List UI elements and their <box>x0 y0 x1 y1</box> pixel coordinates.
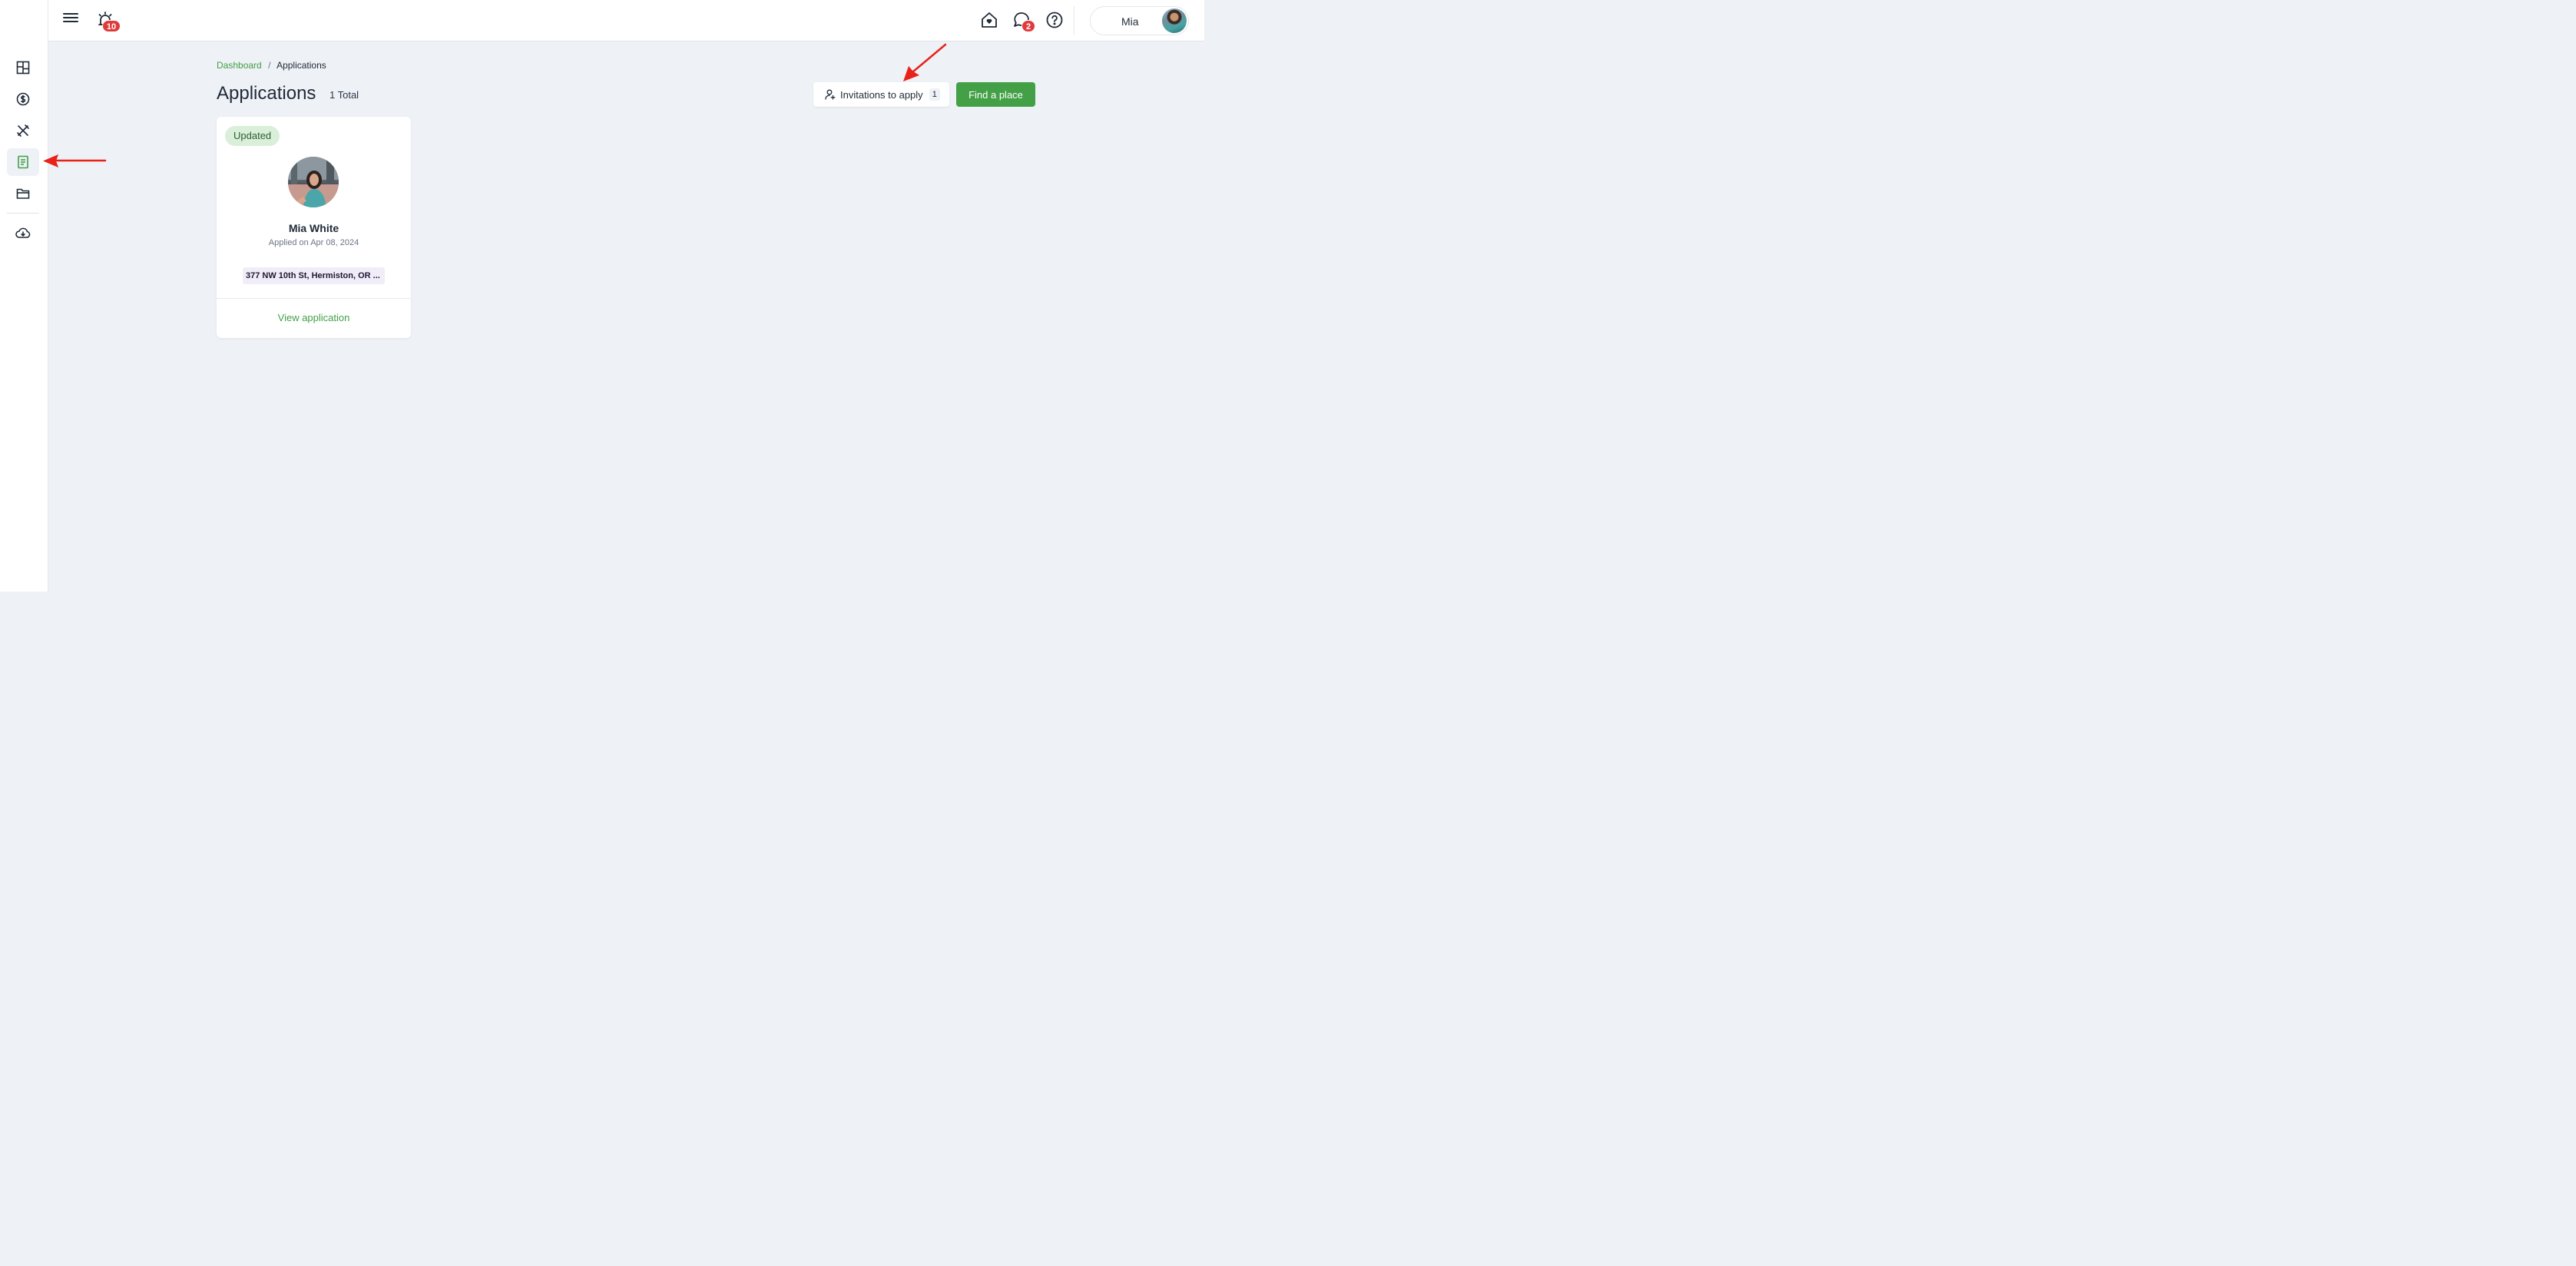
breadcrumb-current: Applications <box>276 60 326 71</box>
sidebar <box>0 41 48 592</box>
breadcrumb-dashboard-link[interactable]: Dashboard <box>217 60 262 71</box>
hamburger-line <box>63 17 78 18</box>
document-icon <box>18 155 28 169</box>
messages-button[interactable]: 2 <box>1012 11 1035 32</box>
hamburger-line <box>63 21 78 22</box>
card-divider <box>217 298 411 299</box>
question-circle-icon <box>1046 12 1063 28</box>
folder-icon <box>16 188 30 199</box>
sidebar-item-documents[interactable] <box>7 180 39 207</box>
find-a-place-button[interactable]: Find a place <box>956 82 1035 107</box>
user-menu[interactable]: Mia <box>1090 6 1189 35</box>
notifications-button[interactable]: 10 <box>96 11 121 32</box>
annotation-arrow-sidebar <box>43 154 107 167</box>
applicant-photo-image <box>288 157 339 207</box>
help-button[interactable] <box>1045 11 1064 29</box>
top-header: 10 2 Mia <box>0 0 1204 41</box>
invitations-count-badge: 1 <box>929 88 940 101</box>
logo-area <box>0 0 48 41</box>
user-name: Mia <box>1121 15 1139 28</box>
breadcrumb-separator: / <box>268 60 271 71</box>
sidebar-item-applications[interactable] <box>7 148 39 176</box>
dollar-icon <box>16 92 30 106</box>
breadcrumb: Dashboard / Applications <box>217 60 326 71</box>
add-user-icon <box>825 89 836 100</box>
sidebar-item-maintenance[interactable] <box>7 117 39 144</box>
view-application-link[interactable]: View application <box>217 312 411 323</box>
cloud-download-icon <box>15 227 31 238</box>
sidebar-divider <box>7 213 39 214</box>
application-card: Updated Mia White Applied on Apr 08, 202… <box>217 117 411 338</box>
avatar <box>1162 8 1187 33</box>
applicant-avatar <box>288 157 339 207</box>
menu-toggle-button[interactable] <box>63 12 80 28</box>
property-address: 377 NW 10th St, Hermiston, OR ... <box>243 267 385 284</box>
applicant-name: Mia White <box>288 222 339 234</box>
sidebar-item-download[interactable] <box>7 219 39 247</box>
tools-icon <box>17 124 29 137</box>
dashboard-icon <box>16 61 30 75</box>
notifications-badge: 10 <box>102 20 121 32</box>
messages-badge: 2 <box>1021 20 1035 32</box>
invitations-label: Invitations to apply <box>840 88 923 101</box>
applied-date: Applied on Apr 08, 2024 <box>268 238 359 247</box>
sidebar-item-dashboard[interactable] <box>7 54 39 81</box>
total-count: 1 Total <box>329 89 359 101</box>
invitations-to-apply-button[interactable]: Invitations to apply 1 <box>813 82 949 107</box>
page-title: Applications <box>217 83 316 104</box>
sidebar-item-payments[interactable] <box>7 85 39 113</box>
saved-homes-button[interactable] <box>980 11 998 29</box>
status-badge: Updated <box>225 126 280 146</box>
annotation-arrow-invitations <box>903 43 947 81</box>
hamburger-line <box>63 13 78 15</box>
home-heart-icon <box>982 12 997 28</box>
